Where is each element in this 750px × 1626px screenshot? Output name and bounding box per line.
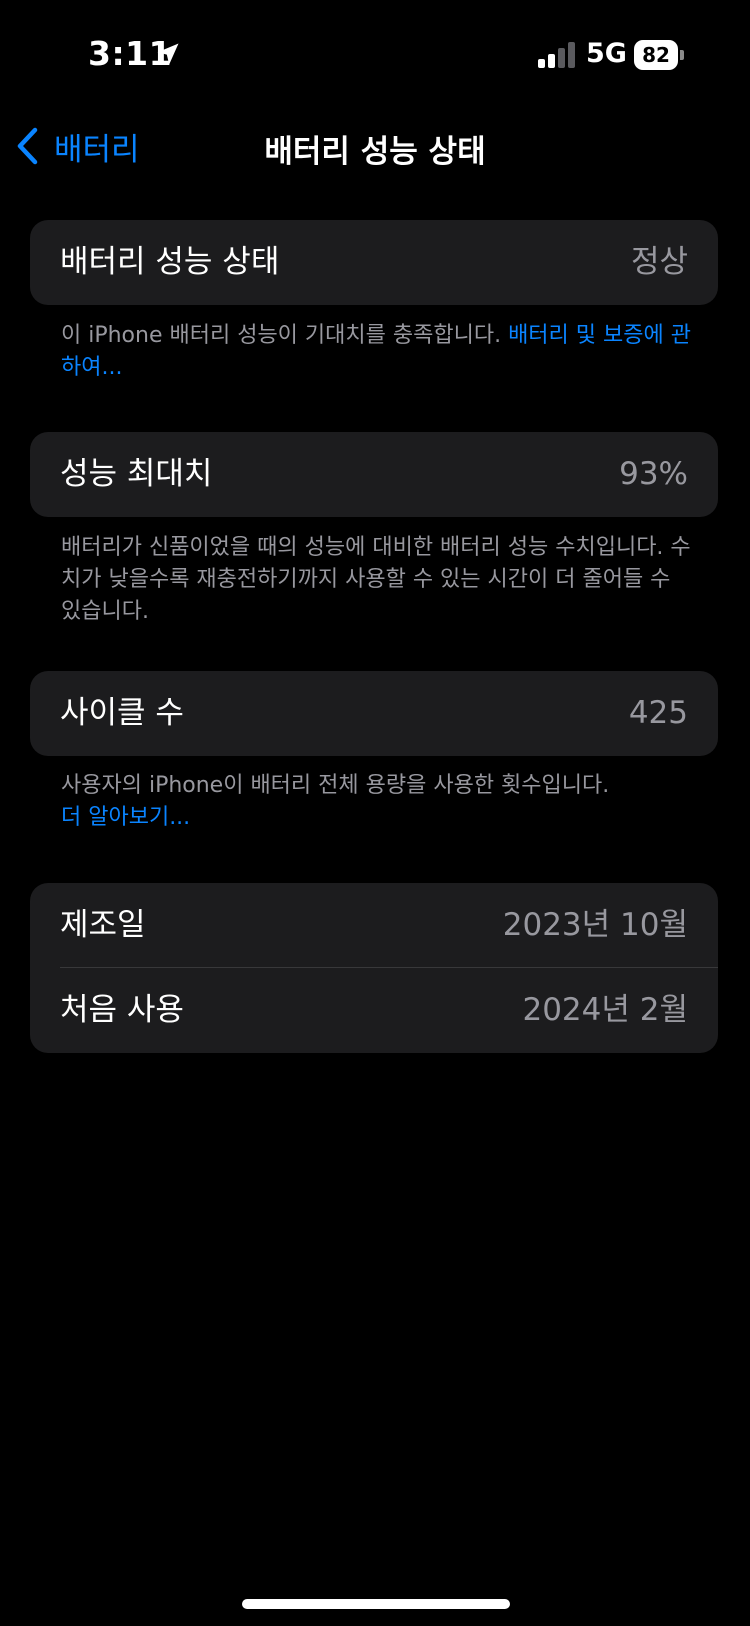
location-arrow-icon bbox=[157, 43, 179, 65]
battery-health-footnote-text: 이 iPhone 배터리 성능이 기대치를 충족합니다. bbox=[61, 323, 509, 348]
cycle-count-value: 425 bbox=[628, 695, 688, 731]
maximum-capacity-row: 성능 최대치 93% bbox=[30, 432, 718, 517]
home-indicator[interactable] bbox=[242, 1599, 510, 1609]
cycle-count-row: 사이클 수 425 bbox=[30, 671, 718, 756]
first-use-label: 처음 사용 bbox=[60, 992, 184, 1028]
manufacture-date-row: 제조일 2023년 10월 bbox=[30, 883, 718, 968]
cycle-count-footnote: 사용자의 iPhone이 배터리 전체 용량을 사용한 횟수입니다. 더 알아보… bbox=[61, 770, 691, 834]
maximum-capacity-footnote: 배터리가 신품이었을 때의 성능에 대비한 배터리 성능 수치입니다. 수치가 … bbox=[61, 535, 691, 624]
cycle-count-footnote-text: 사용자의 iPhone이 배터리 전체 용량을 사용한 횟수입니다. bbox=[61, 773, 610, 798]
manufacture-date-value: 2023년 10월 bbox=[502, 907, 688, 943]
battery-icon: 82 bbox=[634, 40, 684, 70]
manufacture-date-label: 제조일 bbox=[60, 907, 146, 943]
battery-dates-card: 제조일 2023년 10월 처음 사용 2024년 2월 bbox=[30, 883, 718, 1053]
maximum-capacity-label: 성능 최대치 bbox=[60, 456, 213, 492]
network-type: 5G bbox=[586, 38, 627, 69]
battery-health-label: 배터리 성능 상태 bbox=[60, 244, 280, 280]
first-use-row: 처음 사용 2024년 2월 bbox=[30, 968, 718, 1053]
cycle-count-card: 사이클 수 425 bbox=[30, 671, 718, 756]
battery-health-footnote: 이 iPhone 배터리 성능이 기대치를 충족합니다. 배터리 및 보증에 관… bbox=[61, 320, 691, 384]
navigation-bar: 배터리 배터리 성능 상태 bbox=[0, 112, 750, 174]
maximum-capacity-value: 93% bbox=[619, 456, 688, 492]
battery-health-value: 정상 bbox=[630, 244, 688, 280]
learn-more-link[interactable]: 더 알아보기... bbox=[61, 802, 691, 834]
cellular-signal-icon bbox=[538, 42, 575, 68]
battery-level: 82 bbox=[642, 43, 670, 67]
battery-health-card: 배터리 성능 상태 정상 bbox=[30, 220, 718, 305]
cycle-count-label: 사이클 수 bbox=[60, 695, 184, 731]
maximum-capacity-card: 성능 최대치 93% bbox=[30, 432, 718, 517]
first-use-value: 2024년 2월 bbox=[522, 992, 688, 1028]
page-title: 배터리 성능 상태 bbox=[264, 134, 486, 170]
status-bar: 3:11 5G 82 bbox=[0, 0, 750, 110]
battery-health-row: 배터리 성능 상태 정상 bbox=[30, 220, 718, 305]
